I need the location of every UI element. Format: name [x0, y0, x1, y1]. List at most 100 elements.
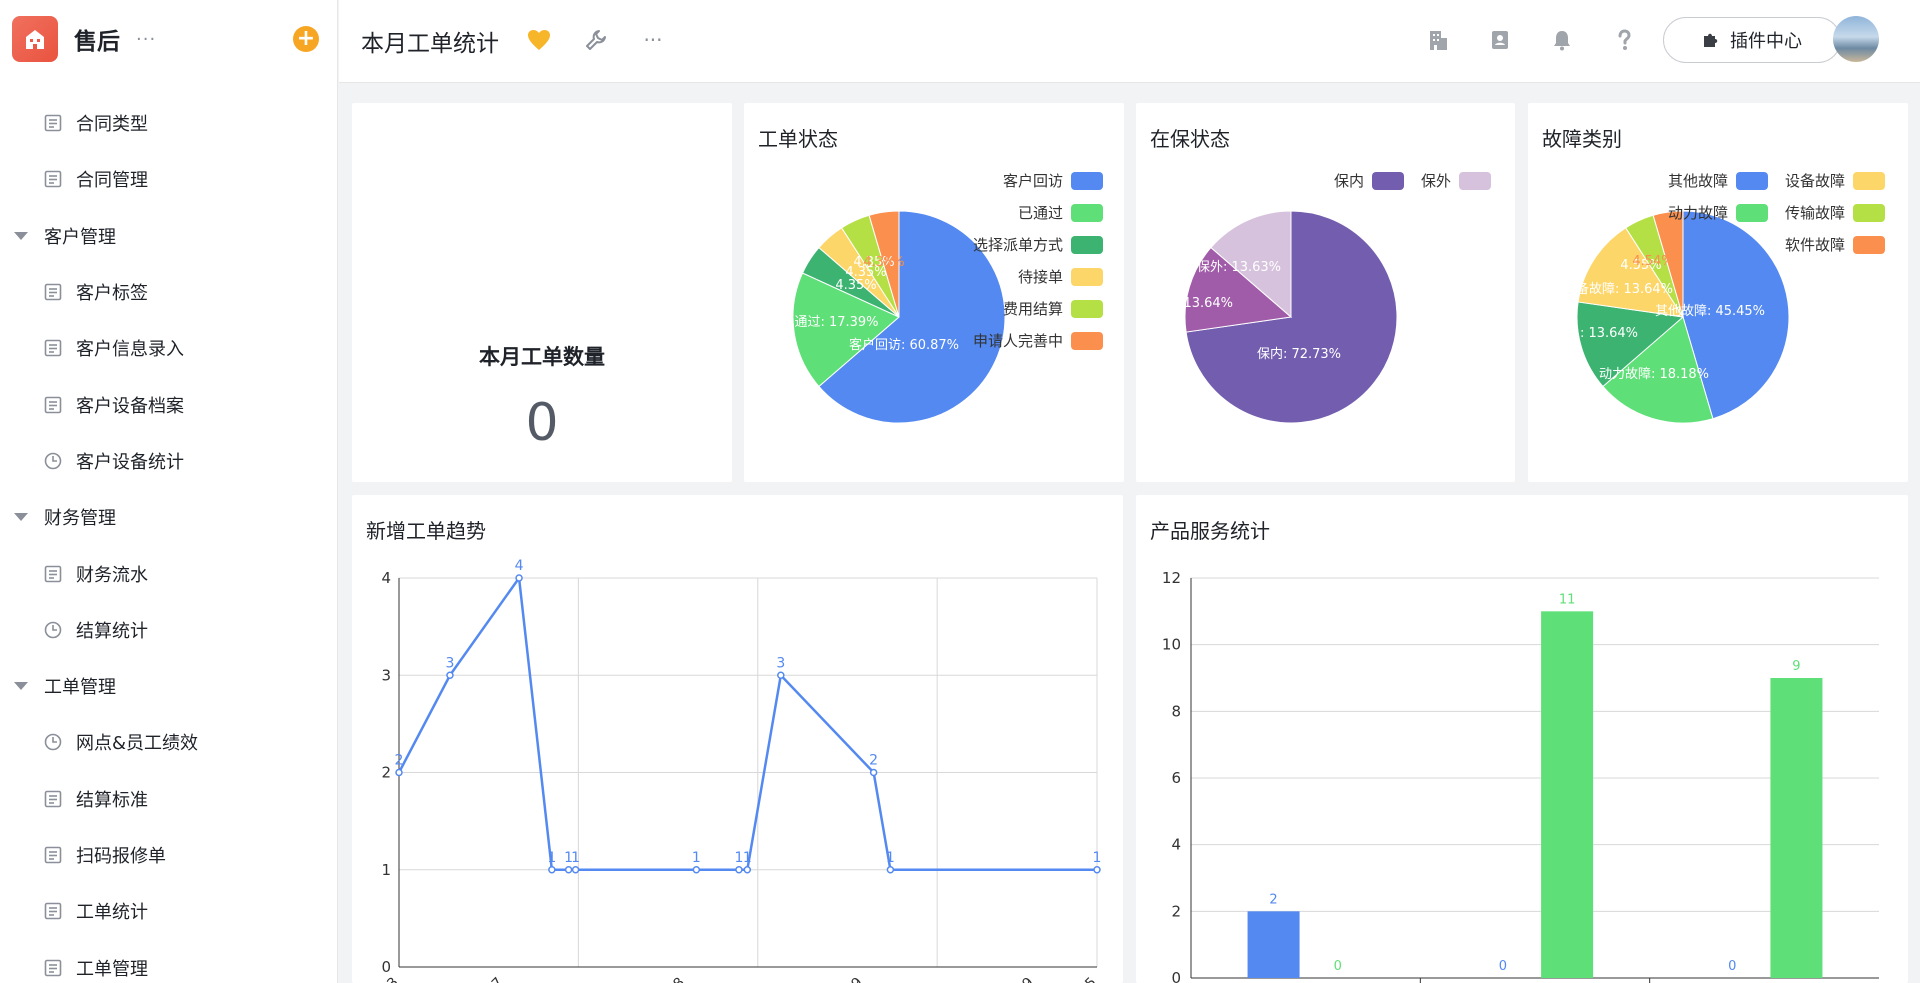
help-icon[interactable]: [1611, 27, 1637, 53]
building-icon[interactable]: [1425, 27, 1451, 53]
y-tick-label: 1: [381, 861, 391, 879]
slice-label: 保外: 13.63%: [1197, 260, 1281, 275]
sidebar-item[interactable]: 客户设备统计: [0, 433, 337, 489]
legend-label[interactable]: 软件故障: [1785, 236, 1845, 254]
legend-label[interactable]: 设备故障: [1785, 172, 1845, 190]
add-item-button[interactable]: +: [293, 26, 319, 52]
sidebar-item[interactable]: 客户标签: [0, 264, 337, 320]
warranty-status-chart: 保内 保外保内: 72.73%: 13.64% 保外: 13.63%: [1175, 172, 1491, 424]
form-icon: [44, 114, 62, 132]
legend-swatch: [1372, 172, 1404, 190]
legend-label[interactable]: 保外: [1421, 172, 1451, 190]
legend-label[interactable]: 费用结算: [1003, 300, 1063, 318]
slice-label: 设备故障: 13.64%: [1563, 281, 1673, 297]
legend-swatch: [1736, 172, 1768, 190]
notification-bell-icon[interactable]: [1549, 27, 1575, 53]
kpi-value: 0: [525, 393, 559, 453]
y-tick-label: 2: [1171, 902, 1181, 920]
y-tick-label: 0: [1171, 969, 1181, 983]
sidebar-item[interactable]: 合同管理: [0, 151, 337, 207]
plugin-center-button[interactable]: 插件中心: [1663, 17, 1841, 63]
sidebar-item-label: 结算标准: [76, 789, 148, 811]
sidebar-item-label: 合同管理: [76, 170, 148, 192]
legend-label[interactable]: 待接单: [1018, 268, 1063, 286]
new-work-order-trend-chart: 012342341111113211230728190915: [378, 558, 1102, 983]
legend-swatch: [1071, 268, 1103, 286]
sidebar-group[interactable]: 财务管理: [0, 489, 337, 545]
legend-swatch: [1071, 332, 1103, 350]
data-point[interactable]: [735, 866, 743, 874]
bar-value-label: 9: [1792, 659, 1800, 674]
caret-down-icon: [14, 682, 28, 691]
bar[interactable]: [1247, 911, 1300, 978]
sidebar-item-label: 客户信息录入: [76, 339, 184, 361]
y-tick-label: 2: [381, 764, 391, 782]
kpi-card: 本月工单数量 0: [352, 103, 732, 482]
legend-swatch: [1853, 236, 1885, 254]
legend-label[interactable]: 已通过: [1018, 204, 1063, 222]
sidebar-group[interactable]: 工单管理: [0, 658, 337, 714]
sidebar-item-label: 合同类型: [76, 114, 148, 136]
legend-label[interactable]: 选择派单方式: [973, 236, 1063, 254]
app-title: 售后: [74, 29, 120, 55]
legend-label[interactable]: 其他故障: [1668, 172, 1728, 190]
data-point[interactable]: [548, 866, 556, 874]
data-point[interactable]: [395, 768, 403, 777]
legend-label[interactable]: 动力故障: [1668, 204, 1728, 222]
sidebar-item[interactable]: 网点&员工绩效: [0, 714, 337, 770]
legend-label[interactable]: 客户回访: [1003, 172, 1063, 190]
page-title: 本月工单统计: [361, 31, 499, 57]
favorite-heart-icon[interactable]: [526, 27, 552, 53]
data-point[interactable]: [571, 866, 580, 874]
app-more-icon[interactable]: ···: [136, 29, 156, 50]
data-label: 2: [395, 753, 404, 769]
sidebar-item[interactable]: 工单统计: [0, 883, 337, 939]
sidebar-item[interactable]: 工单管理: [0, 939, 337, 983]
slice-label: 4.35%: [835, 278, 876, 293]
data-label: 3: [776, 655, 785, 671]
slice-label: 客户回访: 60.87%: [849, 337, 959, 353]
legend-swatch: [1736, 204, 1768, 222]
slice-label: 保内: 72.73%: [1257, 346, 1341, 362]
data-point[interactable]: [886, 866, 895, 874]
bar[interactable]: [1541, 611, 1594, 978]
contacts-icon[interactable]: [1487, 27, 1513, 53]
legend-label[interactable]: 申请人完善中: [973, 332, 1063, 350]
legend-swatch: [1071, 204, 1103, 222]
slice-label: 其他故障: 45.45%: [1655, 304, 1765, 319]
sidebar-item[interactable]: 客户信息录入: [0, 320, 337, 376]
sidebar: 售后 ··· + 合同类型合同管理客户管理 客户标签客户信息录入客户设备档案 客户设…: [0, 0, 338, 983]
sidebar-item[interactable]: 财务流水: [0, 545, 337, 601]
y-tick-label: 8: [1171, 702, 1181, 720]
sidebar-item[interactable]: 客户设备档案: [0, 376, 337, 432]
data-point[interactable]: [446, 671, 454, 679]
app-logo-icon[interactable]: [12, 16, 58, 62]
topbar: 本月工单统计 ··· 插件中心: [339, 0, 1920, 83]
sidebar-group[interactable]: 客户管理: [0, 208, 337, 264]
y-tick-label: 4: [1171, 836, 1181, 854]
x-tick-label: 28: [664, 975, 688, 983]
data-point[interactable]: [777, 671, 785, 679]
bar[interactable]: [1770, 678, 1823, 978]
sidebar-item[interactable]: 结算标准: [0, 771, 337, 827]
data-point[interactable]: [1093, 866, 1101, 874]
sidebar-item-label: 网点&员工绩效: [76, 733, 199, 755]
data-point[interactable]: [515, 574, 523, 582]
sidebar-item[interactable]: 合同类型: [0, 95, 337, 151]
data-point[interactable]: [743, 866, 752, 874]
work-order-status-card: 工单状态 客户回访 已通过 选择派单方式 待接单 费用结算 申请人完善中 客户回访: 60.…: [744, 103, 1124, 482]
legend-label[interactable]: 保内: [1334, 172, 1364, 190]
data-point[interactable]: [692, 866, 701, 874]
form-icon: [44, 283, 62, 301]
data-label: 1: [886, 850, 895, 866]
sidebar-item[interactable]: 扫码报修单: [0, 827, 337, 883]
data-point[interactable]: [869, 768, 878, 777]
data-point[interactable]: [564, 866, 573, 874]
data-label: 1: [692, 850, 701, 866]
more-options-icon[interactable]: ···: [635, 27, 671, 53]
y-tick-label: 0: [381, 958, 391, 976]
wrench-icon[interactable]: [583, 27, 609, 53]
sidebar-item[interactable]: 结算统计: [0, 602, 337, 658]
legend-label[interactable]: 传输故障: [1785, 204, 1845, 222]
user-avatar[interactable]: [1833, 16, 1879, 62]
